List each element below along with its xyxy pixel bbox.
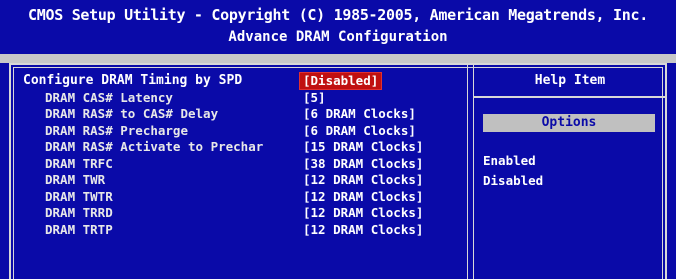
setting-label: DRAM TWTR — [45, 188, 113, 204]
setting-row-cas-latency[interactable]: DRAM CAS# Latency [5] — [23, 90, 463, 107]
setting-label: DRAM TWR — [45, 172, 106, 187]
help-separator — [473, 96, 665, 98]
setting-value[interactable]: [12 DRAM Clocks] — [303, 205, 423, 221]
setting-label: DRAM TRFC — [45, 155, 113, 171]
help-title: Help Item — [534, 73, 606, 88]
setting-label: DRAM TRTP — [45, 221, 113, 237]
setting-value[interactable]: [5] — [303, 90, 326, 106]
setting-label: Configure DRAM Timing by SPD — [23, 73, 243, 88]
option-disabled: Disabled — [483, 173, 544, 188]
setting-row-configure-dram-timing[interactable]: Configure DRAM Timing by SPD [Disabled] — [23, 72, 463, 90]
setting-label: DRAM RAS# to CAS# Delay — [45, 106, 219, 121]
setting-label: DRAM RAS# Activate to Prechar — [45, 139, 264, 154]
setting-label: DRAM TRRD — [45, 205, 113, 220]
setting-row-ras-to-cas[interactable]: DRAM RAS# to CAS# Delay [6 DRAM Clocks] — [23, 106, 463, 123]
setting-row-ras-activate[interactable]: DRAM RAS# Activate to Prechar [15 DRAM C… — [23, 139, 463, 156]
setting-row-ras-precharge[interactable]: DRAM RAS# Precharge [6 DRAM Clocks] — [23, 123, 463, 140]
options-header: Options — [483, 114, 655, 132]
setting-label: DRAM CAS# Latency — [45, 89, 173, 105]
setting-value[interactable]: [12 DRAM Clocks] — [303, 172, 423, 188]
setting-value[interactable]: [38 DRAM Clocks] — [303, 156, 423, 172]
settings-list: Configure DRAM Timing by SPD [Disabled] … — [23, 72, 463, 239]
setting-value[interactable]: [15 DRAM Clocks] — [303, 139, 423, 155]
settings-frame: Configure DRAM Timing by SPD [Disabled] … — [9, 63, 667, 279]
setting-value[interactable]: [6 DRAM Clocks] — [303, 123, 416, 139]
setting-row-twr[interactable]: DRAM TWR [12 DRAM Clocks] — [23, 172, 463, 189]
setting-row-trrd[interactable]: DRAM TRRD [12 DRAM Clocks] — [23, 205, 463, 222]
title-bar: CMOS Setup Utility - Copyright (C) 1985-… — [0, 0, 676, 54]
setting-value[interactable]: [12 DRAM Clocks] — [303, 222, 423, 238]
setting-row-trtp[interactable]: DRAM TRTP [12 DRAM Clocks] — [23, 222, 463, 239]
separator-band — [0, 54, 676, 63]
setting-value[interactable]: [12 DRAM Clocks] — [303, 189, 423, 205]
help-panel: Help Item Options Enabled Disabled — [473, 65, 665, 279]
page-title: Advance DRAM Configuration — [228, 29, 448, 45]
setting-value[interactable]: [Disabled] — [298, 72, 383, 90]
setting-value[interactable]: [6 DRAM Clocks] — [303, 106, 416, 122]
option-enabled: Enabled — [483, 153, 536, 168]
setting-row-trfc[interactable]: DRAM TRFC [38 DRAM Clocks] — [23, 156, 463, 173]
setting-label: DRAM RAS# Precharge — [45, 122, 188, 138]
setting-row-twtr[interactable]: DRAM TWTR [12 DRAM Clocks] — [23, 189, 463, 206]
copyright-title: CMOS Setup Utility - Copyright (C) 1985-… — [28, 6, 648, 24]
bios-screen: CMOS Setup Utility - Copyright (C) 1985-… — [0, 0, 676, 279]
